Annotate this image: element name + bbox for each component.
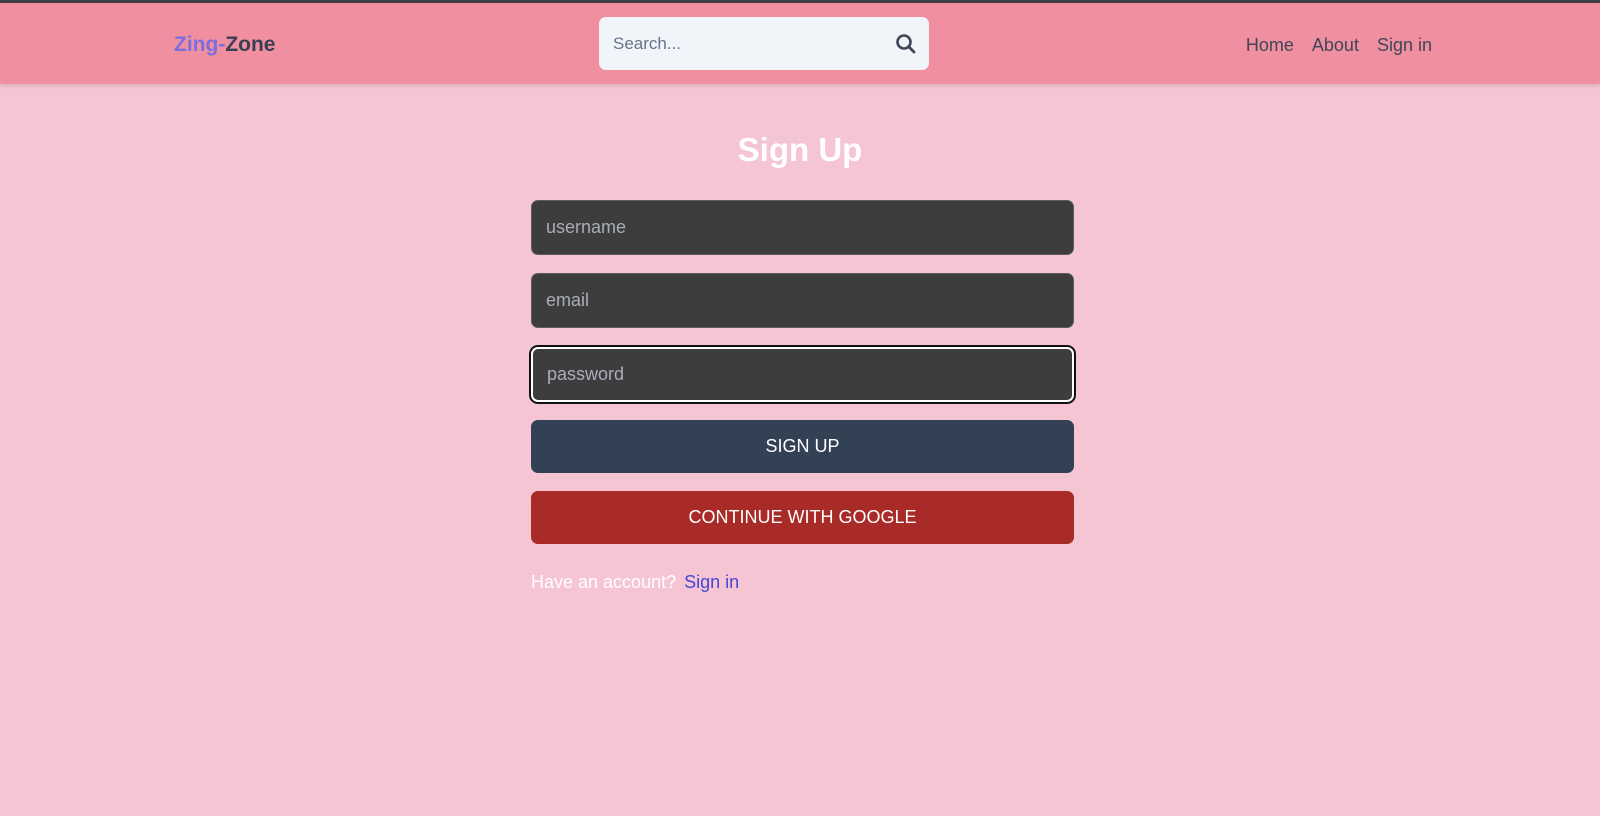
search-icon[interactable] (895, 33, 917, 55)
sign-in-link[interactable]: Sign in (684, 572, 739, 592)
sign-up-button[interactable]: SIGN UP (531, 420, 1074, 473)
nav-home[interactable]: Home (1246, 32, 1294, 58)
logo[interactable]: Zing-Zone (174, 30, 275, 60)
search-input[interactable] (599, 17, 897, 70)
have-account-row: Have an account? Sign in (531, 570, 739, 594)
continue-with-google-button[interactable]: CONTINUE WITH GOOGLE (531, 491, 1074, 544)
page-title: Sign Up (737, 131, 863, 168)
navbar: Zing-Zone Home About Sign in (0, 3, 1600, 84)
email-field[interactable] (531, 273, 1074, 328)
have-account-text: Have an account? (531, 572, 677, 592)
search-box (599, 17, 929, 70)
logo-part-zone: Zone (225, 33, 276, 56)
password-field[interactable] (531, 347, 1074, 402)
logo-part-zing: Zing- (174, 33, 226, 56)
nav-links: Home About Sign in (1246, 32, 1432, 58)
username-field[interactable] (531, 200, 1074, 255)
nav-about[interactable]: About (1312, 32, 1359, 58)
nav-sign-in[interactable]: Sign in (1377, 32, 1432, 58)
